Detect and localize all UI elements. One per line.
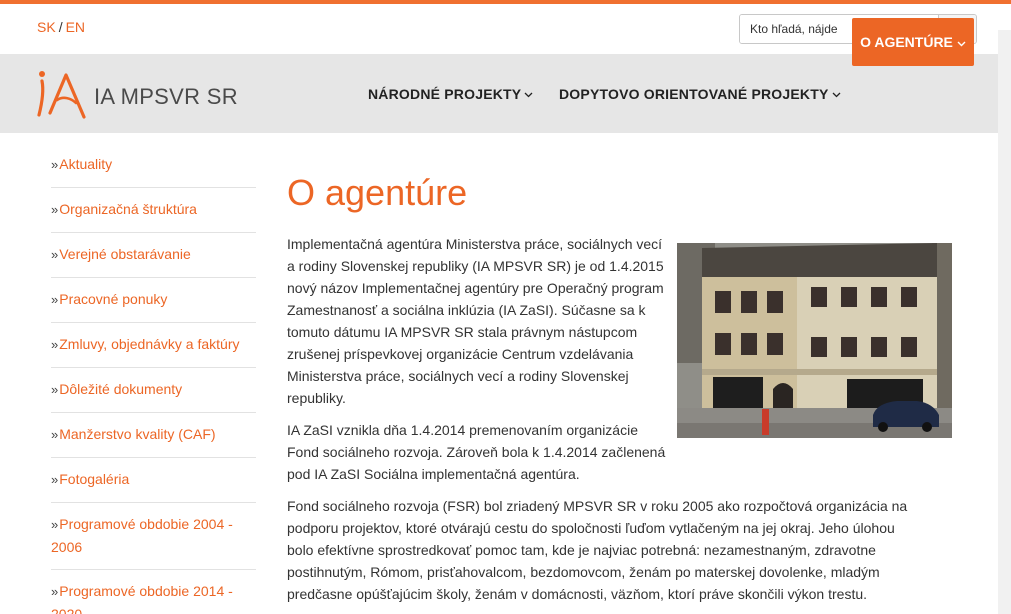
language-switcher: SK / EN bbox=[37, 19, 85, 35]
sidebar-item-zmluvy[interactable]: »Zmluvy, objednávky a faktúry bbox=[51, 323, 256, 368]
building-photo bbox=[677, 243, 952, 438]
page-title: O agentúre bbox=[287, 172, 468, 213]
sidebar-item-label: Dôležité dokumenty bbox=[59, 381, 183, 397]
double-chevron-icon: » bbox=[51, 337, 59, 352]
sidebar-item-programove-obdobie-2004-2006[interactable]: »Programové obdobie 2004 - 2006 bbox=[51, 503, 256, 570]
ia-logo-icon bbox=[36, 69, 88, 124]
chevron-down-icon bbox=[524, 87, 533, 101]
sidebar-item-manzerstvo-kvality[interactable]: »Manžerstvo kvality (CAF) bbox=[51, 413, 256, 458]
double-chevron-icon: » bbox=[51, 382, 59, 397]
nav-label: NÁRODNÉ PROJEKTY bbox=[368, 85, 522, 102]
sidebar-item-label: Zmluvy, objednávky a faktúry bbox=[59, 336, 240, 352]
double-chevron-icon: » bbox=[51, 472, 59, 487]
sidebar-item-label: Aktuality bbox=[59, 156, 113, 172]
double-chevron-icon: » bbox=[51, 427, 59, 442]
sidebar-item-label: Pracovné ponuky bbox=[59, 291, 168, 307]
nav-dopytovo-orientovane-projekty[interactable]: DOPYTOVO ORIENTOVANÉ PROJEKTY bbox=[559, 54, 841, 133]
intro-paragraph: Implementačná agentúra Ministerstva prác… bbox=[287, 236, 664, 406]
main-navbar: IA MPSVR SR NÁRODNÉ PROJEKTY DOPYTOVO OR… bbox=[0, 54, 998, 133]
double-chevron-icon: » bbox=[51, 247, 59, 262]
double-chevron-icon: » bbox=[51, 292, 59, 307]
sidebar-menu: »Aktuality »Organizačná štruktúra »Verej… bbox=[51, 143, 256, 614]
chevron-down-icon bbox=[832, 87, 841, 101]
sidebar-item-label: Fotogaléria bbox=[59, 471, 130, 487]
sidebar-item-fotogaleria[interactable]: »Fotogaléria bbox=[51, 458, 256, 503]
logo-text: IA MPSVR SR bbox=[94, 83, 238, 109]
lang-en-link[interactable]: EN bbox=[66, 19, 85, 35]
history-paragraph: IA ZaSI vznikla dňa 1.4.2014 premenovaní… bbox=[287, 422, 666, 482]
sidebar-item-label: Organizačná štruktúra bbox=[59, 201, 197, 217]
double-chevron-icon: » bbox=[51, 202, 59, 217]
nav-label: O AGENTÚRE bbox=[860, 34, 953, 50]
chevron-down-icon bbox=[957, 34, 966, 50]
double-chevron-icon: » bbox=[51, 157, 59, 172]
sidebar-item-dolezite-dokumenty[interactable]: »Dôležité dokumenty bbox=[51, 368, 256, 413]
site-logo[interactable]: IA MPSVR SR bbox=[36, 69, 238, 124]
sidebar-item-programove-obdobie-2014-2020[interactable]: »Programové obdobie 2014 - 2020 bbox=[51, 570, 256, 614]
page-scrollbar[interactable] bbox=[998, 30, 1011, 614]
sidebar-item-verejne-obstaravanie[interactable]: »Verejné obstarávanie bbox=[51, 233, 256, 278]
sidebar-item-pracovne-ponuky[interactable]: »Pracovné ponuky bbox=[51, 278, 256, 323]
fsr-paragraph: Fond sociálneho rozvoja (FSR) bol zriade… bbox=[287, 498, 908, 602]
lang-separator: / bbox=[58, 19, 63, 35]
nav-narodne-projekty[interactable]: NÁRODNÉ PROJEKTY bbox=[368, 54, 533, 133]
sidebar-item-label: Manžerstvo kvality (CAF) bbox=[59, 426, 216, 442]
sidebar-item-aktuality[interactable]: »Aktuality bbox=[51, 143, 256, 188]
lang-sk-link[interactable]: SK bbox=[37, 19, 56, 35]
sidebar-item-organizacna-struktura[interactable]: »Organizačná štruktúra bbox=[51, 188, 256, 233]
nav-label: DOPYTOVO ORIENTOVANÉ PROJEKTY bbox=[559, 85, 829, 102]
double-chevron-icon: » bbox=[51, 584, 59, 599]
sidebar-item-label: Verejné obstarávanie bbox=[59, 246, 191, 262]
sidebar-item-label: Programové obdobie 2004 - 2006 bbox=[51, 516, 233, 555]
sidebar-item-label: Programové obdobie 2014 - 2020 bbox=[51, 583, 233, 614]
double-chevron-icon: » bbox=[51, 517, 59, 532]
top-accent-bar bbox=[0, 0, 1011, 4]
nav-o-agenture[interactable]: O AGENTÚRE bbox=[852, 18, 974, 66]
